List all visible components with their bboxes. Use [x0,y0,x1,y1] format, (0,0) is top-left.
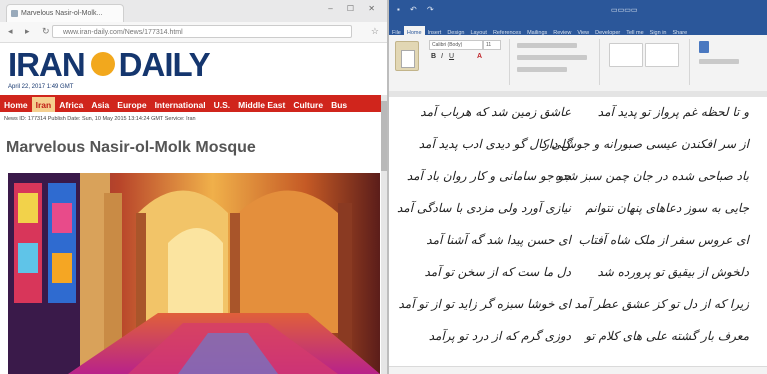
poem-line-right: ای عروس سفر از ملک شاه آفتاب [578,233,750,247]
font-color-button[interactable]: A [477,53,482,60]
poem-line-left: ای حسن پیدا شد گه آشنا آمد [426,233,571,247]
tab-insert[interactable]: Insert [425,26,445,35]
word-status-bar [389,366,767,374]
find-icon[interactable] [699,41,709,53]
window-controls[interactable]: ‒ ☐ ✕ [328,4,381,13]
tab-design[interactable]: Design [444,26,467,35]
tab-share[interactable]: Share [669,26,690,35]
word-ribbon-tabs: File Home Insert Design Layout References Mail… [389,21,767,35]
ribbon-divider [689,39,690,85]
header-date: April 22, 2017 1:49 GMT [8,84,74,90]
tab-layout[interactable]: Layout [467,26,490,35]
spacing-controls[interactable] [517,67,567,72]
word-window: ▪ ↶ ↷ ▭▭▭▭ File Home Insert Design Layout Ref… [389,0,767,374]
logo-text-right: DAILY [118,46,211,83]
poem-line-right: دلخوش از بیقیق تو پرورده شد [597,265,749,279]
tab-mailings[interactable]: Mailings [524,26,550,35]
alignment-controls[interactable] [517,55,587,60]
nav-item-asia[interactable]: Asia [87,97,113,112]
browser-tab-bar: Marvelous Nasir-ol-Molk... ‒ ☐ ✕ [0,0,387,22]
word-title-bar: ▪ ↶ ↷ ▭▭▭▭ [389,0,767,21]
article-headline: Marvelous Nasir-ol-Molk Mosque [6,139,256,156]
nav-item-europe[interactable]: Europe [113,97,150,112]
tab-developer[interactable]: Developer [592,26,623,35]
poem-line-right: و تا لحظه غم پرواز تو پدید آمد [597,105,749,119]
poem-line-left: عاشق زمین شد که هرباب آمد [420,105,571,119]
nav-item-culture[interactable]: Culture [289,97,327,112]
poem-line-left: جو جو سامانی و کار روان باد آمد [406,169,571,183]
poem-line-left: دوزی گرم که از درد تو پرآمد [428,329,571,343]
poem-line-right: زیرا که از دل تو کز عشق عطر آمد [574,297,749,311]
nav-item-us[interactable]: U.S. [210,97,235,112]
browser-tab[interactable]: Marvelous Nasir-ol-Molk... [6,4,124,22]
tab-tell-me[interactable]: Tell me [623,26,646,35]
site-nav: Home Iran Africa Asia Europe International U.S… [0,95,387,112]
tab-sign-in[interactable]: Sign in [647,26,670,35]
tab-view[interactable]: View [574,26,592,35]
font-size-box[interactable]: 11 [483,40,501,50]
address-bar-row: ◂ ▸ ↻ www.iran-daily.com/News/177314.htm… [0,22,387,43]
ribbon-divider [509,39,510,85]
address-bar[interactable]: www.iran-daily.com/News/177314.html [52,25,352,38]
poem-line-right: باد صباحی شده در جان چمن سبز شده [554,169,749,183]
browser-tab-title: Marvelous Nasir-ol-Molk... [21,10,103,17]
tab-review[interactable]: Review [550,26,574,35]
paragraph-controls[interactable] [517,43,577,48]
document-page[interactable]: و تا لحظه غم پرواز تو پدید آمد عاشق زمین… [389,97,767,374]
nav-item-middle-east[interactable]: Middle East [234,97,289,112]
poem-line-right: جایی به سوز دعاهای پنهان نتوانم [585,201,749,215]
italic-button[interactable]: I [441,53,443,60]
poem-line-left: دل ما ست که از سخن تو آمد [424,265,572,279]
poem-line-left: ای خوشا سبزه گر زاید تو از تو آمد [398,297,571,311]
poem-line-left: نیازی آورد ولی مزدی با سادگی آمد [396,201,571,215]
poem-line-left: گلی کال گو دیدی ادب پدید آمد [418,137,571,151]
article-meta: News ID: 177314 Publish Date: Sun, 10 Ma… [4,116,196,122]
browser-scrollbar[interactable] [381,95,387,374]
tab-file[interactable]: File [389,26,404,35]
nav-buttons[interactable]: ◂ ▸ ↻ [8,26,55,37]
paste-button[interactable] [395,41,419,71]
style-normal[interactable] [609,43,643,67]
site-logo[interactable]: IRAN DAILY [8,46,211,83]
tab-references[interactable]: References [490,26,524,35]
ribbon-divider [599,39,600,85]
nav-item-iran[interactable]: Iran [31,97,56,112]
nav-item-africa[interactable]: Africa [55,97,87,112]
tab-home[interactable]: Home [403,26,425,35]
word-doc-title-placeholder: ▭▭▭▭ [611,7,638,14]
underline-button[interactable]: U [449,53,454,60]
nav-item-home[interactable]: Home [0,97,32,112]
scrollbar-thumb[interactable] [381,101,387,171]
mosque-photo [8,173,380,374]
favicon-icon [11,10,18,17]
bookmark-star-icon[interactable]: ☆ [371,26,379,37]
bold-button[interactable]: B [431,53,436,60]
quick-access-toolbar[interactable]: ▪ ↶ ↷ [397,5,438,14]
browser-window: Marvelous Nasir-ol-Molk... ‒ ☐ ✕ ◂ ▸ ↻ w… [0,0,389,374]
editing-controls[interactable] [699,59,739,64]
style-heading[interactable] [645,43,679,67]
nav-item-international[interactable]: International [151,97,210,112]
poem-line-right: معرف بار گشته علی های کلام تو [585,329,749,343]
sun-logo-icon [90,52,115,77]
nav-item-business[interactable]: Bus [327,97,351,112]
word-ribbon: Calibri (Body) 11 B I U A [389,35,767,92]
font-name-box[interactable]: Calibri (Body) [429,40,483,50]
poem-line-right: از سر افکندن عیسی صبورانه و جوش دار [543,137,749,151]
logo-text-left: IRAN [8,46,86,83]
